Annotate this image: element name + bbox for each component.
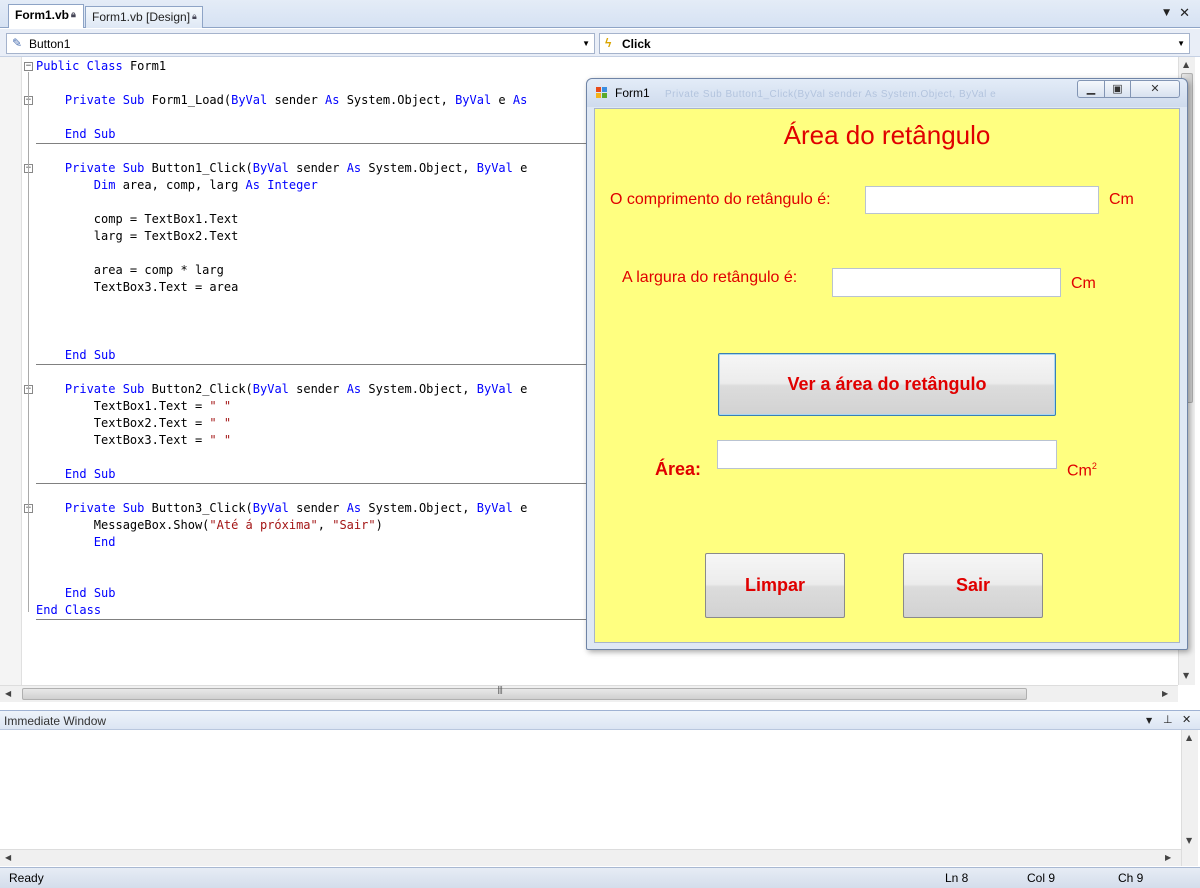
chevron-down-icon[interactable]: ▼	[1163, 8, 1170, 18]
code-line: larg = TextBox2.Text	[36, 229, 239, 243]
length-input[interactable]	[865, 186, 1099, 214]
maximize-button[interactable]: ▣	[1104, 80, 1131, 98]
status-line: Ln 8	[945, 871, 969, 885]
pin-icon[interactable]: ⊥	[1163, 713, 1173, 726]
lock-icon: 🔒︎	[192, 11, 197, 21]
code-line: Private Sub Button2_Click(ByVal sender A…	[64, 382, 528, 396]
event-dropdown-value: Click	[622, 37, 651, 51]
form-app-icon	[596, 87, 607, 98]
method-separator	[36, 143, 586, 144]
code-line: Private Sub Form1_Load(ByVal sender As S…	[64, 93, 528, 107]
close-icon: ✕	[1150, 82, 1160, 95]
navigation-bar: ✎ Button1 ▼ ϟ Click ▼	[0, 29, 1200, 57]
code-line: area = comp * larg	[36, 263, 224, 277]
immediate-window-content[interactable]	[0, 730, 1200, 866]
status-bar: Ready Ln 8 Col 9 Ch 9	[0, 867, 1200, 888]
width-unit: Cm	[1071, 275, 1096, 292]
code-line: End Sub	[64, 348, 116, 362]
scrollbar-thumb[interactable]	[22, 688, 1027, 700]
scroll-up-icon[interactable]: ▲	[1186, 733, 1192, 742]
scroll-left-icon[interactable]: ◀	[5, 689, 11, 698]
area-output[interactable]	[717, 440, 1057, 469]
form1-client-area: Área do retângulo O comprimento do retân…	[594, 108, 1180, 643]
tab-label: Form1.vb [Design]	[92, 10, 191, 24]
object-dropdown-value: Button1	[29, 37, 71, 51]
close-button[interactable]: ✕	[1130, 80, 1180, 98]
object-dropdown[interactable]: ✎ Button1 ▼	[6, 33, 595, 54]
background-ghost-text: Private Sub Button1_Click(ByVal sender A…	[665, 89, 997, 100]
form1-window: Form1 Private Sub Button1_Click(ByVal se…	[586, 78, 1188, 650]
status-column: Col 9	[1027, 871, 1056, 885]
clear-button[interactable]: Limpar	[705, 553, 845, 618]
scroll-down-icon[interactable]: ▼	[1183, 671, 1189, 680]
method-separator	[36, 483, 586, 484]
immediate-vertical-scrollbar[interactable]: ▲ ▼	[1181, 730, 1198, 866]
code-line: TextBox2.Text = " "	[36, 416, 232, 430]
lock-icon: 🔒︎	[71, 9, 76, 19]
area-unit-base: Cm	[1067, 462, 1092, 480]
maximize-icon: ▣	[1112, 82, 1123, 95]
exit-button[interactable]: Sair	[903, 553, 1043, 618]
calculate-area-button[interactable]: Ver a área do retângulo	[718, 353, 1056, 416]
chevron-down-icon[interactable]: ▼	[1146, 716, 1152, 725]
area-unit-exponent: 2	[1091, 461, 1097, 471]
editor-horizontal-scrollbar[interactable]: ◀ ||| ▶	[0, 685, 1178, 702]
scroll-down-icon[interactable]: ▼	[1186, 836, 1192, 845]
code-line: TextBox1.Text = " "	[36, 399, 232, 413]
width-input[interactable]	[832, 268, 1061, 297]
scroll-grip-icon: |||	[497, 685, 503, 694]
code-line: End Sub	[64, 467, 116, 481]
code-line: End Sub	[64, 127, 116, 141]
chevron-down-icon[interactable]: ▼	[582, 39, 590, 48]
method-separator	[36, 364, 586, 365]
tab-form1-design[interactable]: Form1.vb [Design] 🔒︎	[85, 6, 203, 28]
code-line: End	[93, 535, 116, 549]
code-line: Private Sub Button1_Click(ByVal sender A…	[64, 161, 528, 175]
immediate-window-title: Immediate Window	[4, 714, 107, 728]
scroll-right-icon[interactable]: ▶	[1162, 689, 1168, 698]
code-line: MessageBox.Show("Até á próxima", "Sair")	[36, 518, 383, 532]
minimize-button[interactable]: ▁	[1077, 80, 1105, 98]
editor-margin	[0, 57, 22, 685]
code-line: Public Class Form1	[36, 59, 167, 73]
collapse-icon[interactable]: −	[24, 62, 33, 71]
code-line: comp = TextBox1.Text	[36, 212, 239, 226]
document-tab-strip: Form1.vb 🔒︎ Form1.vb [Design] 🔒︎ ▼ ✕	[0, 0, 1200, 28]
width-label: A largura do retângulo é:	[622, 269, 798, 286]
lightning-icon: ϟ	[605, 36, 612, 50]
code-line: Private Sub Button3_Click(ByVal sender A…	[64, 501, 528, 515]
status-text: Ready	[9, 871, 44, 885]
button-object-icon: ✎	[12, 36, 23, 50]
code-line: End Sub	[64, 586, 116, 600]
close-icon[interactable]: ✕	[1182, 713, 1191, 726]
immediate-window-header: Immediate Window ▼ ⊥ ✕	[0, 710, 1200, 730]
method-separator	[36, 619, 586, 620]
tab-form1-vb[interactable]: Form1.vb 🔒︎	[8, 4, 84, 28]
fold-guide	[28, 72, 29, 612]
tab-label: Form1.vb	[15, 8, 70, 22]
code-line: TextBox3.Text = " "	[36, 433, 232, 447]
immediate-horizontal-scrollbar[interactable]: ◀ ▶	[0, 849, 1181, 866]
code-line: TextBox3.Text = area	[36, 280, 239, 294]
form-heading: Área do retângulo	[783, 120, 991, 150]
length-unit: Cm	[1109, 191, 1134, 208]
scroll-right-icon[interactable]: ▶	[1165, 853, 1171, 862]
area-label: Área:	[655, 459, 702, 479]
length-label: O comprimento do retângulo é:	[610, 191, 831, 208]
close-icon[interactable]: ✕	[1179, 6, 1190, 21]
area-unit: Cm2	[1067, 461, 1097, 480]
event-dropdown[interactable]: ϟ Click ▼	[599, 33, 1190, 54]
form1-title: Form1	[615, 86, 650, 100]
code-line: End Class	[36, 603, 102, 617]
minimize-icon: ▁	[1086, 82, 1096, 95]
scroll-up-icon[interactable]: ▲	[1183, 60, 1189, 69]
status-character: Ch 9	[1118, 871, 1144, 885]
form1-title-bar[interactable]: Form1 Private Sub Button1_Click(ByVal se…	[587, 79, 1187, 107]
code-line: Dim area, comp, larg As Integer	[93, 178, 318, 192]
chevron-down-icon[interactable]: ▼	[1177, 39, 1185, 48]
scroll-left-icon[interactable]: ◀	[5, 853, 11, 862]
